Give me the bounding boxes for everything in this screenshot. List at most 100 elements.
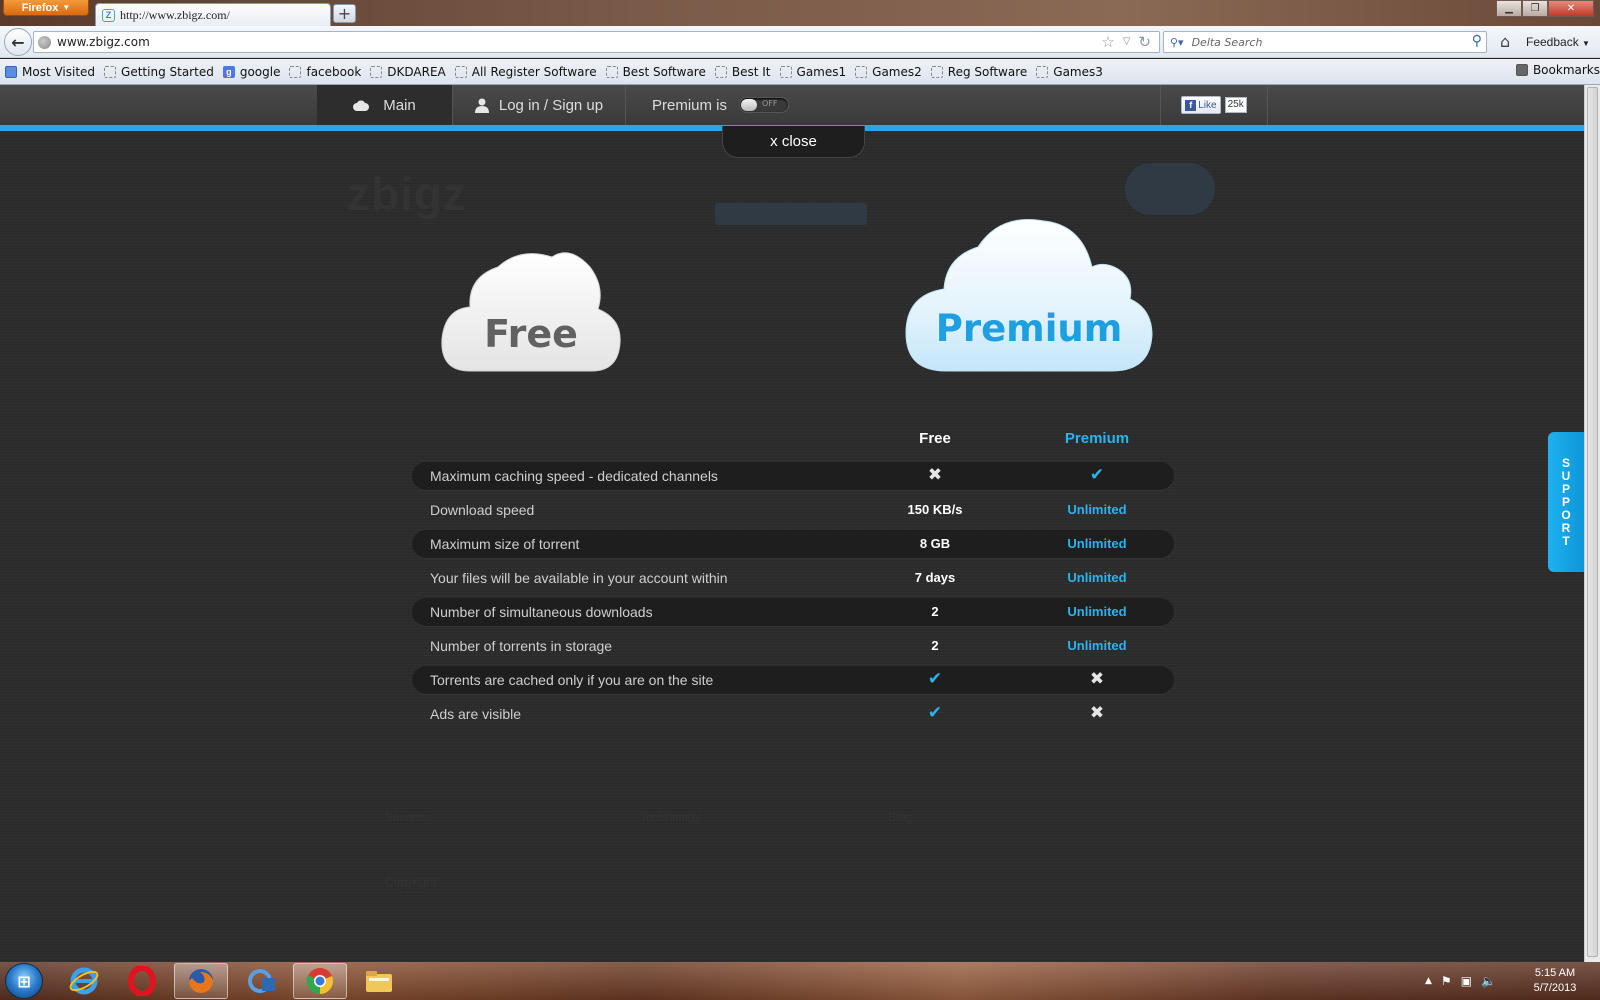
- taskbar-chrome[interactable]: [293, 963, 347, 999]
- back-button[interactable]: ←: [4, 28, 32, 56]
- vertical-scrollbar[interactable]: [1584, 85, 1600, 962]
- zbigz-favicon-icon: Z: [102, 8, 115, 22]
- page-icon: [1036, 65, 1049, 78]
- bookmark-label: Games2: [872, 64, 922, 79]
- chrome-icon: [306, 968, 333, 995]
- firefox-icon: [189, 969, 213, 993]
- support-letter: P: [1561, 481, 1570, 496]
- minimize-button[interactable]: ▁: [1496, 0, 1522, 17]
- restore-button[interactable]: ❐: [1522, 0, 1548, 17]
- firefox-menu-button[interactable]: Firefox ▼: [3, 0, 89, 16]
- bookmark-all-register-software[interactable]: All Register Software: [454, 64, 597, 79]
- bookmark-most-visited[interactable]: Most Visited: [5, 65, 95, 79]
- page-icon: [714, 65, 727, 78]
- nav-main[interactable]: Main: [317, 85, 452, 125]
- volume-icon[interactable]: 🔈: [1481, 974, 1496, 988]
- navigation-toolbar: ← www.zbigz.com ☆ ▽ ↻ ⚲▾ Delta Search ⚲ …: [0, 26, 1600, 58]
- bookmark-best-it[interactable]: Best It: [714, 65, 771, 79]
- feature-label: Download speed: [430, 502, 535, 518]
- bookmark-games3[interactable]: Games3: [1036, 65, 1103, 79]
- url-bar[interactable]: www.zbigz.com ☆ ▽ ↻: [33, 31, 1160, 53]
- free-plan-cloud[interactable]: Free: [440, 247, 622, 372]
- bookmark-label: Reg Software: [947, 64, 1028, 79]
- column-header-premium: Premium: [1064, 430, 1130, 447]
- taskbar-outlook[interactable]: [235, 963, 289, 999]
- bookmark-google[interactable]: g google: [222, 64, 281, 79]
- support-tab[interactable]: SUPPORT: [1548, 432, 1584, 572]
- like-label: Like: [1198, 99, 1217, 111]
- free-value: 2: [931, 604, 939, 619]
- bookmark-reg-software[interactable]: Reg Software: [930, 64, 1028, 79]
- taskbar-internet-explorer[interactable]: [57, 963, 111, 999]
- bookmark-label: DKDAREA: [387, 64, 446, 79]
- bookmark-star-icon[interactable]: ☆: [1101, 33, 1114, 51]
- search-icon[interactable]: ⚲: [1472, 33, 1482, 49]
- home-icon[interactable]: ⌂: [1500, 32, 1510, 51]
- cross-icon: ✖: [1089, 703, 1105, 723]
- outlook-icon: [248, 969, 275, 993]
- premium-toggle[interactable]: OFF: [739, 97, 790, 113]
- bookmark-dkdarea[interactable]: DKDAREA: [370, 64, 446, 79]
- bookmark-label: google: [239, 64, 281, 79]
- check-icon: ✔: [927, 703, 943, 723]
- faded-logo: zbigz: [347, 168, 467, 220]
- bookmark-getting-started[interactable]: Getting Started: [104, 65, 214, 79]
- search-engine-icon[interactable]: ⚲▾: [1170, 36, 1184, 49]
- taskbar-firefox[interactable]: [174, 963, 228, 999]
- bookmark-label: Best Software: [622, 64, 706, 79]
- premium-plan-cloud[interactable]: Premium: [904, 213, 1154, 373]
- firefox-menu-label: Firefox: [21, 1, 59, 14]
- toggle-state-label: OFF: [762, 99, 778, 108]
- bookmark-label: facebook: [306, 64, 362, 79]
- url-text: www.zbigz.com: [57, 35, 150, 49]
- nav-login-signup[interactable]: Log in / Sign up: [452, 85, 626, 125]
- search-bar[interactable]: ⚲▾ Delta Search ⚲: [1163, 31, 1487, 53]
- cross-icon: ✖: [927, 465, 943, 485]
- reload-icon[interactable]: ↻: [1138, 33, 1151, 51]
- url-bar-icons: ☆ ▽ ↻: [1101, 33, 1151, 51]
- facebook-like-button[interactable]: f Like: [1181, 96, 1221, 114]
- show-hidden-icons-icon[interactable]: ▲: [1425, 976, 1432, 986]
- feature-label: Your files will be available in your acc…: [430, 570, 728, 586]
- faded-footer-link: Blog: [888, 810, 913, 824]
- taskbar-explorer[interactable]: [352, 963, 406, 999]
- clock-time: 5:15 AM: [1534, 967, 1576, 979]
- premium-toggle-group: Premium is OFF: [652, 85, 790, 125]
- history-dropdown-icon[interactable]: ▽: [1123, 33, 1131, 51]
- close-window-button[interactable]: ✕: [1548, 0, 1594, 17]
- feedback-button[interactable]: Feedback ▼: [1526, 35, 1590, 49]
- bookmark-facebook[interactable]: facebook: [289, 65, 361, 79]
- start-button[interactable]: ⊞: [5, 963, 43, 999]
- table-row: Maximum caching speed - dedicated channe…: [412, 462, 1174, 490]
- column-header-free: Free: [919, 430, 951, 447]
- close-button[interactable]: x close: [722, 126, 865, 158]
- free-value: 2: [931, 638, 939, 653]
- bookmark-label: All Register Software: [471, 64, 597, 79]
- free-value: 7 days: [914, 570, 956, 585]
- bookmarks-icon: [1515, 64, 1528, 76]
- taskbar-opera[interactable]: [115, 963, 169, 999]
- scrollbar-thumb[interactable]: [1587, 87, 1598, 957]
- premium-value: Unlimited: [1067, 536, 1127, 551]
- action-center-flag-icon[interactable]: ⚑: [1441, 974, 1452, 988]
- taskbar-clock[interactable]: 5:15 AM 5/7/2013: [1522, 966, 1588, 996]
- bookmark-games1[interactable]: Games1: [779, 65, 846, 79]
- new-tab-button[interactable]: +: [333, 4, 356, 23]
- bookmark-games2[interactable]: Games2: [855, 65, 922, 79]
- bookmarks-menu-button[interactable]: Bookmarks: [1515, 63, 1600, 77]
- feature-label: Torrents are cached only if you are on t…: [430, 672, 714, 688]
- nav-login-label: Log in / Sign up: [498, 96, 604, 114]
- internet-explorer-icon: [69, 967, 99, 995]
- window-title-bar: Firefox ▼ Z http://www.zbigz.com/ + ▁ ❐ …: [0, 0, 1600, 26]
- network-icon[interactable]: ▣: [1461, 974, 1472, 988]
- chevron-down-icon: ▼: [62, 3, 71, 12]
- bookmark-best-software[interactable]: Best Software: [605, 64, 706, 79]
- site-nav-bar: Main Log in / Sign up Premium is OFF f L…: [0, 85, 1584, 125]
- clock-date: 5/7/2013: [1533, 982, 1577, 994]
- support-letter: O: [1561, 507, 1571, 522]
- browser-tab[interactable]: Z http://www.zbigz.com/: [95, 3, 331, 26]
- faded-cloud: [1125, 163, 1215, 215]
- page-content: Main Log in / Sign up Premium is OFF f L…: [0, 85, 1584, 962]
- faded-banner: [715, 203, 867, 225]
- premium-value: Unlimited: [1067, 502, 1127, 517]
